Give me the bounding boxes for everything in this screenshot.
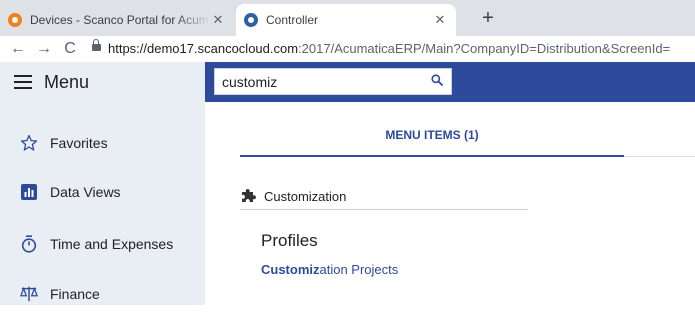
url-path: :2017/AcumaticaERP/Main?CompanyID=Distri… bbox=[298, 41, 671, 56]
sidebar-item-data-views[interactable]: Data Views bbox=[0, 169, 205, 215]
sidebar: Favorites Data Views Time and Expenses F… bbox=[0, 102, 205, 305]
sidebar-item-label: Data Views bbox=[50, 184, 121, 200]
back-button[interactable]: ← bbox=[8, 37, 28, 61]
tab-divider bbox=[624, 156, 695, 157]
close-tab-icon[interactable]: ✕ bbox=[210, 12, 226, 28]
menu-header: Menu bbox=[0, 62, 205, 102]
browser-toolbar: ← → C https://demo17.scancocloud.com:201… bbox=[0, 36, 695, 63]
star-icon bbox=[20, 134, 38, 152]
tab-title: Devices - Scanco Portal for Acumatica bbox=[30, 13, 210, 27]
browser-tab-strip: Devices - Scanco Portal for Acumatica ✕ … bbox=[0, 0, 695, 36]
scales-icon bbox=[20, 285, 38, 303]
sidebar-item-finance[interactable]: Finance bbox=[0, 271, 205, 317]
search-input[interactable] bbox=[215, 69, 412, 94]
acumatica-favicon-icon bbox=[8, 13, 22, 27]
sidebar-item-label: Favorites bbox=[50, 135, 108, 151]
sidebar-item-label: Finance bbox=[50, 286, 100, 302]
hamburger-menu-icon[interactable] bbox=[14, 75, 32, 89]
sidebar-item-label: Time and Expenses bbox=[50, 236, 174, 252]
group-title: Profiles bbox=[261, 231, 318, 250]
menu-title: Menu bbox=[44, 71, 90, 92]
close-tab-icon[interactable]: ✕ bbox=[432, 12, 448, 28]
sidebar-item-favorites[interactable]: Favorites bbox=[0, 120, 205, 166]
browser-tab-controller[interactable]: Controller ✕ bbox=[236, 4, 456, 36]
reload-button[interactable]: C bbox=[60, 37, 80, 61]
lock-icon[interactable] bbox=[92, 39, 101, 51]
new-tab-button[interactable]: + bbox=[476, 7, 500, 31]
acumatica-favicon-icon bbox=[244, 13, 258, 27]
browser-tab-devices[interactable]: Devices - Scanco Portal for Acumatica ✕ bbox=[0, 4, 234, 36]
search-result-link[interactable]: Customization Projects bbox=[261, 262, 398, 277]
result-rest-text: ation Projects bbox=[319, 262, 399, 277]
tab-title: Controller bbox=[266, 13, 319, 27]
section-divider bbox=[240, 209, 528, 210]
section-title: Customization bbox=[264, 188, 347, 204]
forward-button[interactable]: → bbox=[34, 37, 54, 61]
matched-text: Customiz bbox=[261, 262, 320, 277]
active-tab-underline bbox=[240, 155, 624, 157]
sidebar-item-time-and-expenses[interactable]: Time and Expenses bbox=[0, 221, 205, 267]
address-bar[interactable]: https://demo17.scancocloud.com:2017/Acum… bbox=[108, 37, 695, 61]
chart-icon bbox=[20, 183, 38, 201]
tab-menu-items[interactable]: MENU ITEMS (1) bbox=[240, 128, 624, 142]
search-icon[interactable] bbox=[431, 74, 443, 86]
menu-search-box[interactable] bbox=[214, 68, 452, 95]
stopwatch-icon bbox=[20, 235, 38, 253]
url-host: https://demo17.scancocloud.com bbox=[108, 41, 299, 56]
workspace-customization[interactable]: Customization bbox=[240, 184, 528, 208]
puzzle-icon bbox=[242, 189, 256, 202]
app-header: Menu bbox=[0, 62, 695, 102]
